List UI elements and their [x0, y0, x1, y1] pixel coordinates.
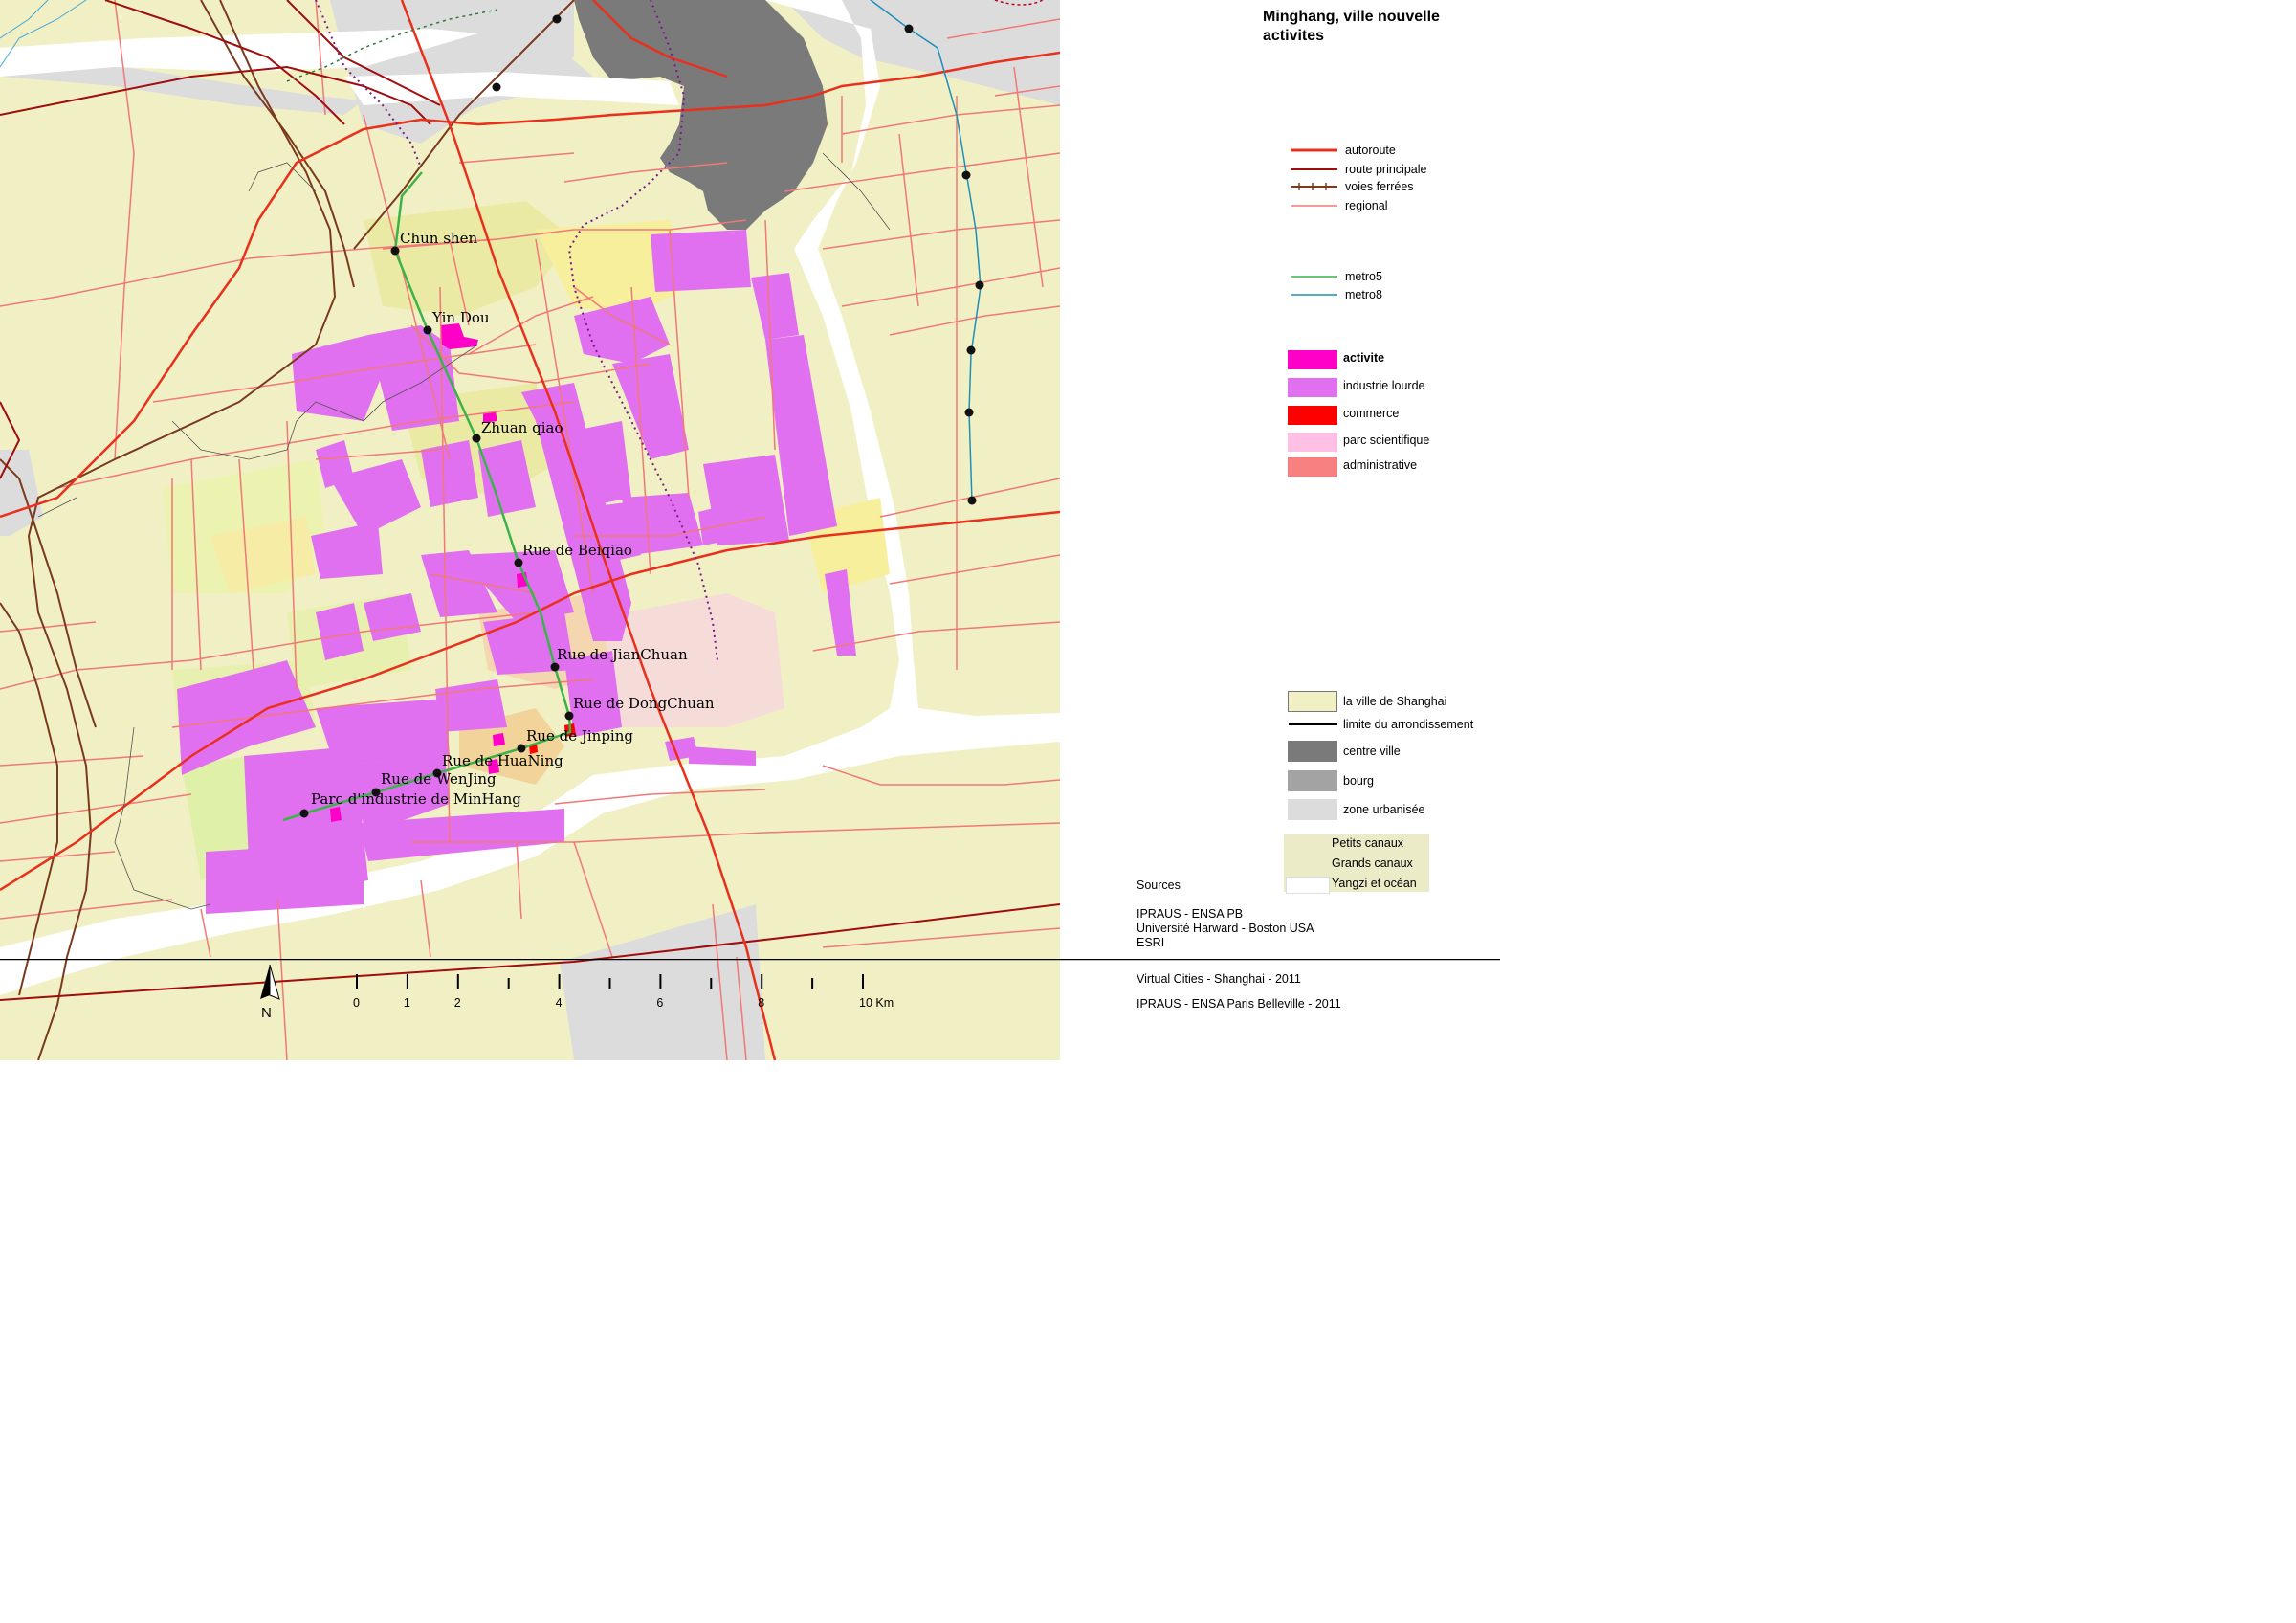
legend-swatch — [1289, 723, 1337, 725]
legend-swatch — [1291, 148, 1337, 152]
station-marker[interactable] — [390, 246, 400, 256]
scale-label: 6 — [656, 996, 664, 1010]
station-marker[interactable] — [472, 434, 481, 443]
station-label: Rue de DongChuan — [573, 695, 715, 712]
sources-line-1: IPRAUS - ENSA PB — [1137, 907, 1244, 921]
legend-swatch — [1291, 168, 1337, 170]
station-marker[interactable] — [514, 558, 523, 567]
north-label: N — [261, 1005, 272, 1021]
station-label: Rue de HuaNing — [442, 752, 563, 769]
legend-swatch — [1286, 877, 1330, 894]
legend-swatch — [1291, 294, 1337, 296]
legend-swatch — [1288, 378, 1337, 397]
legend-swatch — [1291, 276, 1337, 278]
map-canvas[interactable]: Chun shen Yin Dou Zhuan qiao Rue de Beiqiao… — [0, 0, 1060, 1060]
legend-label: autoroute — [1345, 144, 1396, 157]
legend-label: administrative — [1343, 458, 1418, 472]
legend-label: limite du arrondissement — [1343, 718, 1474, 731]
station-label: Chun shen — [400, 230, 477, 247]
sources-line-3: ESRI — [1137, 936, 1165, 949]
legend-swatch — [1286, 836, 1330, 854]
station-label: Zhuan qiao — [481, 419, 563, 436]
footer: N 0 1 2 4 6 8 10 Km Virtual Cities - Shanghai … — [0, 959, 1500, 1060]
scale-label: 4 — [555, 996, 563, 1010]
station-label: Rue de Jinping — [526, 727, 633, 745]
station-marker[interactable] — [550, 662, 560, 672]
legend-label: Yangzi et océan — [1332, 877, 1417, 890]
scale-label: 0 — [353, 996, 360, 1010]
sources-line-2: Université Harward - Boston USA — [1137, 922, 1314, 935]
legend-swatch — [1288, 741, 1337, 762]
legend-label: metro8 — [1345, 288, 1382, 301]
footer-credit-2: IPRAUS - ENSA Paris Belleville - 2011 — [1137, 997, 1341, 1011]
legend-swatch — [1291, 183, 1337, 190]
station-label: Rue de WenJing — [381, 770, 497, 788]
legend-label: regional — [1345, 199, 1388, 212]
scale-label: 10 Km — [859, 996, 894, 1010]
station-marker[interactable] — [564, 711, 574, 721]
sources-heading: Sources — [1137, 878, 1181, 892]
legend-label: metro5 — [1345, 270, 1382, 283]
station-label: Yin Dou — [431, 309, 490, 326]
legend-swatch — [1288, 433, 1337, 452]
scale-bar — [356, 974, 864, 989]
legend-label: activite — [1343, 351, 1385, 365]
legend-swatch — [1288, 691, 1337, 712]
legend-label: bourg — [1343, 774, 1374, 788]
station-label: Rue de JianChuan — [557, 646, 688, 663]
legend-label: zone urbanisée — [1343, 803, 1425, 816]
legend-swatch — [1291, 205, 1337, 207]
legend-swatch — [1288, 457, 1337, 477]
legend-label: Grands canaux — [1332, 856, 1413, 870]
legend-label: route principale — [1345, 163, 1427, 176]
station-marker[interactable] — [423, 325, 432, 335]
station-label: Parc d'industrie de MinHang — [311, 790, 521, 808]
legend-swatch — [1288, 770, 1337, 791]
station-label: Rue de Beiqiao — [522, 542, 632, 559]
legend-label: centre ville — [1343, 745, 1401, 758]
legend-panel: Minghang, ville nouvelle activites autor… — [1060, 0, 1500, 957]
legend-label: commerce — [1343, 407, 1400, 420]
scale-label: 8 — [758, 996, 765, 1010]
legend-label: Petits canaux — [1332, 836, 1404, 850]
station-marker[interactable] — [299, 809, 309, 818]
scale-label: 2 — [453, 996, 461, 1010]
legend-label: parc scientifique — [1343, 434, 1430, 447]
map-title: Minghang, ville nouvelle activites — [1263, 9, 1440, 44]
legend-swatch — [1288, 799, 1337, 820]
legend-swatch — [1288, 350, 1337, 369]
legend-label: voies ferrées — [1345, 180, 1414, 193]
legend-label: industrie lourde — [1343, 379, 1425, 392]
scale-label: 1 — [403, 996, 410, 1010]
legend-swatch — [1286, 856, 1330, 874]
footer-credit-1: Virtual Cities - Shanghai - 2011 — [1137, 972, 1301, 986]
legend-swatch — [1288, 406, 1337, 425]
legend-label: la ville de Shanghai — [1343, 695, 1447, 708]
